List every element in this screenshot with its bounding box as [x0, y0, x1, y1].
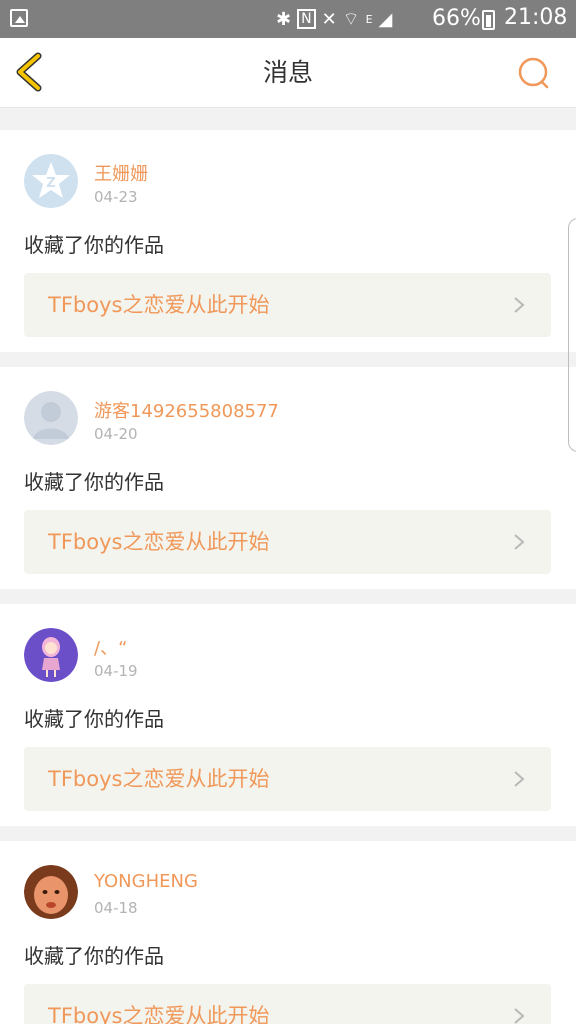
message-date: 04-18 [94, 899, 138, 917]
mute-icon: ✕ [321, 8, 337, 30]
battery-percentage: 66% [432, 6, 481, 31]
work-link[interactable]: TFboys之恋爱从此开始 [24, 747, 551, 811]
chevron-left-icon [16, 52, 42, 92]
action-text: 收藏了你的作品 [24, 470, 164, 494]
header: 消息 [0, 38, 576, 108]
anime-girl-avatar-icon [24, 628, 78, 682]
message-card: Z 王姗姗 04-23 收藏了你的作品 TFboys之恋爱从此开始 [0, 130, 576, 352]
message-date: 04-19 [94, 662, 138, 680]
system-icons: ✱ N ✕ ⌔ E ◢ [276, 7, 392, 31]
chevron-right-icon [514, 534, 525, 550]
edge-panel-handle[interactable] [568, 218, 576, 452]
search-button[interactable] [516, 55, 552, 91]
work-link[interactable]: TFboys之恋爱从此开始 [24, 510, 551, 574]
action-text: 收藏了你的作品 [24, 707, 164, 731]
avatar[interactable]: Z [24, 154, 78, 208]
chevron-right-icon [514, 297, 525, 313]
qq-default-avatar-icon: Z [24, 154, 78, 208]
work-title: TFboys之恋爱从此开始 [48, 293, 270, 317]
svg-text:Z: Z [46, 176, 55, 191]
guest-avatar-icon [24, 391, 78, 445]
bluetooth-icon: ✱ [276, 8, 292, 30]
action-text: 收藏了你的作品 [24, 233, 164, 257]
work-link[interactable]: TFboys之恋爱从此开始 [24, 273, 551, 337]
avatar[interactable] [24, 391, 78, 445]
work-title: TFboys之恋爱从此开始 [48, 1004, 270, 1024]
network-type: E [365, 12, 373, 26]
status-bar: ✱ N ✕ ⌔ E ◢ 66% 21:08 [0, 0, 576, 38]
avatar[interactable] [24, 628, 78, 682]
clock: 21:08 [504, 5, 568, 30]
message-date: 04-20 [94, 425, 138, 443]
gallery-icon [10, 9, 28, 27]
username[interactable]: 游客1492655808577 [94, 397, 279, 423]
back-button[interactable] [12, 50, 52, 94]
message-card: YONGHENG 04-18 收藏了你的作品 TFboys之恋爱从此开始 [0, 841, 576, 1024]
wifi-icon: ⌔ [342, 8, 360, 30]
search-icon [518, 57, 549, 89]
action-text: 收藏了你的作品 [24, 944, 164, 968]
chevron-right-icon [514, 1008, 525, 1024]
work-link[interactable]: TFboys之恋爱从此开始 [24, 984, 551, 1024]
username[interactable]: 王姗姗 [94, 160, 148, 186]
avatar[interactable] [24, 865, 78, 919]
username[interactable]: /、“ [94, 634, 127, 660]
username[interactable]: YONGHENG [94, 871, 198, 892]
photo-avatar-icon [24, 865, 78, 919]
message-card: /、“ 04-19 收藏了你的作品 TFboys之恋爱从此开始 [0, 604, 576, 826]
message-card: 游客1492655808577 04-20 收藏了你的作品 TFboys之恋爱从… [0, 367, 576, 589]
work-title: TFboys之恋爱从此开始 [48, 767, 270, 791]
nfc-icon: N [297, 9, 316, 29]
page-title: 消息 [262, 58, 313, 87]
chevron-right-icon [514, 771, 525, 787]
work-title: TFboys之恋爱从此开始 [48, 530, 270, 554]
message-date: 04-23 [94, 188, 138, 206]
battery-icon [482, 10, 495, 30]
signal-icon: ◢ [378, 8, 393, 30]
